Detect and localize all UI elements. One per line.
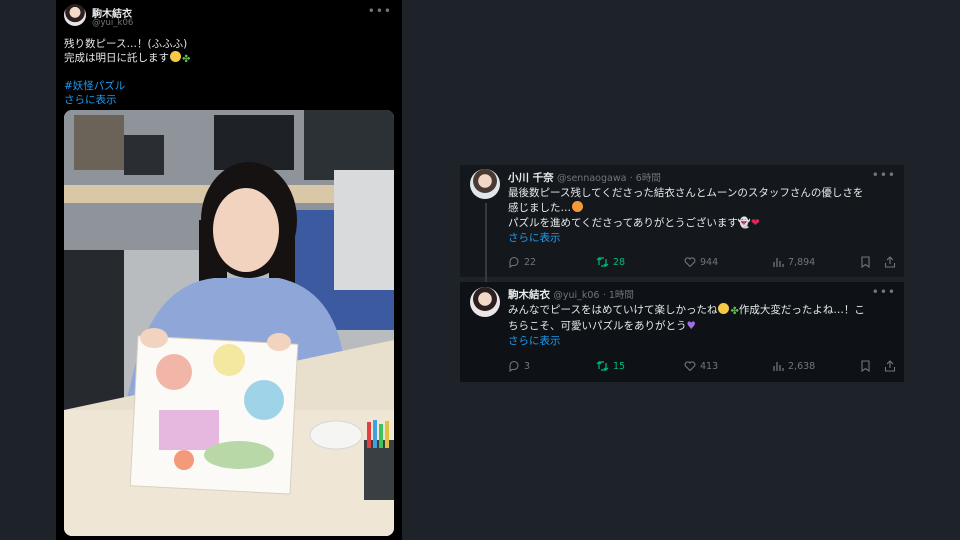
reply-line-2-wrap: 感じました… [508, 201, 898, 216]
bookmark-button[interactable] [860, 360, 871, 372]
author-handle[interactable]: @yui_k06 [553, 290, 599, 301]
blush-emoji-icon [572, 201, 583, 212]
photo-illustration [64, 110, 394, 536]
share-icon [884, 256, 896, 268]
reply-header: 駒木結衣 @yui_k06 · 1時間 [508, 287, 634, 302]
share-icon [884, 360, 896, 372]
retweet-count: 28 [613, 256, 626, 268]
like-count: 944 [700, 256, 719, 268]
show-more-link[interactable]: さらに表示 [508, 231, 898, 246]
views-icon [773, 362, 784, 371]
reply-line-1b: 作成大変だったよね…！こ [738, 304, 865, 316]
like-button[interactable]: 413 [684, 360, 718, 372]
tweet-line-2-wrap: 完成は明日に託します ✤ [64, 51, 190, 65]
like-icon [684, 257, 696, 268]
timestamp[interactable]: · 6時間 [630, 173, 661, 184]
author-name[interactable]: 小川 千奈 [508, 172, 554, 184]
tweet-header: 駒木結衣 @yui_k06 ••• [64, 4, 396, 30]
views-button[interactable]: 7,894 [772, 256, 815, 268]
reply-icon [509, 256, 519, 268]
retweet-icon [596, 257, 609, 267]
reply-count: 22 [524, 256, 537, 268]
clover-emoji-icon: ✤ [182, 54, 191, 65]
reply-header: 小川 千奈 @sennaogawa · 6時間 [508, 170, 661, 185]
reply-card: 小川 千奈 @sennaogawa · 6時間 ••• 最後数ピース残してくださ… [460, 165, 904, 285]
views-icon [773, 258, 784, 267]
reply-card: 駒木結衣 @yui_k06 · 1時間 ••• みんなでピースをはめていけて楽し… [460, 282, 904, 382]
reply-line-2: ちらこそ、可愛いパズルをありがとう [508, 320, 687, 332]
avatar[interactable] [470, 169, 500, 199]
share-button[interactable] [884, 360, 896, 372]
show-more-link[interactable]: さらに表示 [64, 93, 190, 107]
smile-emoji-icon [170, 51, 181, 62]
reply-line-2: 感じました… [508, 202, 571, 214]
avatar[interactable] [64, 4, 86, 26]
avatar[interactable] [470, 287, 500, 317]
timestamp[interactable]: · 1時間 [603, 290, 634, 301]
reply-button[interactable]: 3 [508, 360, 530, 372]
show-more-link[interactable]: さらに表示 [508, 334, 898, 349]
like-count: 413 [700, 360, 719, 372]
share-button[interactable] [884, 256, 896, 268]
tweet-photo[interactable] [64, 110, 394, 536]
reply-text: 最後数ピース残してくださった結衣さんとムーンのスタッフさんの優しさを 感じました… [508, 186, 898, 246]
reply-line-1-wrap: みんなでピースをはめていけて楽しかったね ✤作成大変だったよね…！こ [508, 303, 898, 319]
smile-emoji-icon [718, 303, 730, 314]
reply-line-1: 最後数ピース残してくださった結衣さんとムーンのスタッフさんの優しさを [508, 187, 864, 199]
author-handle[interactable]: @yui_k06 [92, 18, 133, 28]
hashtag-link[interactable]: #妖怪パズル [64, 79, 190, 93]
retweet-count: 15 [613, 360, 626, 372]
author-name[interactable]: 駒木結衣 [508, 289, 550, 301]
views-count: 7,894 [788, 256, 816, 268]
tweet-text: 残り数ピース…！(ふふふ) 完成は明日に託します ✤ #妖怪パズル さらに表示 [64, 37, 190, 107]
bookmark-button[interactable] [860, 256, 871, 268]
reply-line-3: パズルを進めてくださってありがとうございます [508, 217, 738, 229]
more-icon[interactable]: ••• [872, 285, 896, 299]
tweet-line-1: 残り数ピース…！(ふふふ) [64, 38, 188, 50]
reply-count: 3 [524, 360, 531, 372]
reply-text: みんなでピースをはめていけて楽しかったね ✤作成大変だったよね…！こ ちらこそ、可… [508, 303, 898, 349]
like-button[interactable]: 944 [684, 256, 718, 268]
reply-button[interactable]: 22 [508, 256, 536, 268]
retweet-button[interactable]: 15 [596, 360, 625, 372]
views-button[interactable]: 2,638 [772, 360, 815, 372]
author-handle[interactable]: @sennaogawa [557, 173, 626, 184]
ghost-emoji-icon: 👻 [737, 217, 751, 229]
like-icon [684, 361, 696, 372]
main-tweet-card: 駒木結衣 @yui_k06 ••• 残り数ピース…！(ふふふ) 完成は明日に託し… [56, 0, 402, 540]
action-bar: 22 28 944 7,894 [508, 256, 896, 270]
heart-emoji-icon: ❤ [750, 217, 760, 229]
clover-emoji-icon: ✤ [730, 306, 739, 317]
thread-line [485, 203, 487, 285]
retweet-icon [596, 361, 609, 371]
bookmark-icon [861, 256, 870, 268]
reply-icon [509, 360, 519, 372]
tweet-line-2: 完成は明日に託します [64, 52, 169, 64]
action-bar: 3 15 413 2,638 [508, 360, 896, 374]
reply-line-3-wrap: パズルを進めてくださってありがとうございます👻❤ [508, 216, 898, 231]
more-icon[interactable]: ••• [872, 168, 896, 182]
views-count: 2,638 [788, 360, 816, 372]
retweet-button[interactable]: 28 [596, 256, 625, 268]
reply-line-1: みんなでピースをはめていけて楽しかったね [508, 304, 718, 316]
purple-heart-emoji-icon: ♥ [686, 320, 696, 332]
bookmark-icon [861, 360, 870, 372]
more-icon[interactable]: ••• [368, 4, 392, 18]
reply-line-2-wrap: ちらこそ、可愛いパズルをありがとう♥ [508, 319, 898, 334]
